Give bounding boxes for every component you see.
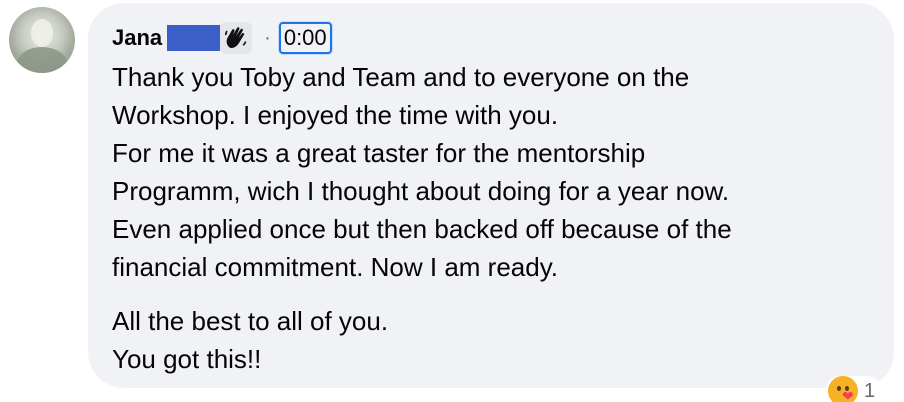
reaction-count: 1 <box>864 379 876 402</box>
comment-line: Workshop. I enjoyed the time with you. <box>112 100 559 130</box>
waving-hand-icon[interactable] <box>220 22 253 54</box>
timestamp-link[interactable]: 0:00 <box>278 22 332 54</box>
comment-paragraph: All the best to all of you. You got this… <box>112 302 872 378</box>
comment-line: Programm, wich I thought about doing for… <box>112 176 730 206</box>
separator-dot: · <box>264 26 271 49</box>
comment-line: You got this!! <box>112 344 262 374</box>
reaction-summary[interactable]: ❤ 1 <box>826 376 882 402</box>
comment-text: Thank you Toby and Team and to everyone … <box>112 58 872 378</box>
comment-line: financial commitment. Now I am ready. <box>112 252 558 282</box>
comment-paragraph: Thank you Toby and Team and to everyone … <box>112 58 872 286</box>
comment-view: Jana · 0:00 Thank you Toby and Team and … <box>0 0 904 402</box>
author-name[interactable]: Jana <box>112 25 162 51</box>
comment-header: Jana · 0:00 <box>112 22 332 54</box>
avatar-shoulders <box>17 47 67 73</box>
redacted-surname <box>167 25 221 51</box>
comment-line: All the best to all of you. <box>112 306 389 336</box>
comment-line: Even applied once but then backed off be… <box>112 214 732 244</box>
avatar-face <box>31 19 53 47</box>
avatar[interactable] <box>9 7 75 73</box>
comment-line: Thank you Toby and Team and to everyone … <box>112 62 690 92</box>
care-reaction-icon: ❤ <box>828 376 858 402</box>
comment-line: For me it was a great taster for the men… <box>112 138 646 168</box>
